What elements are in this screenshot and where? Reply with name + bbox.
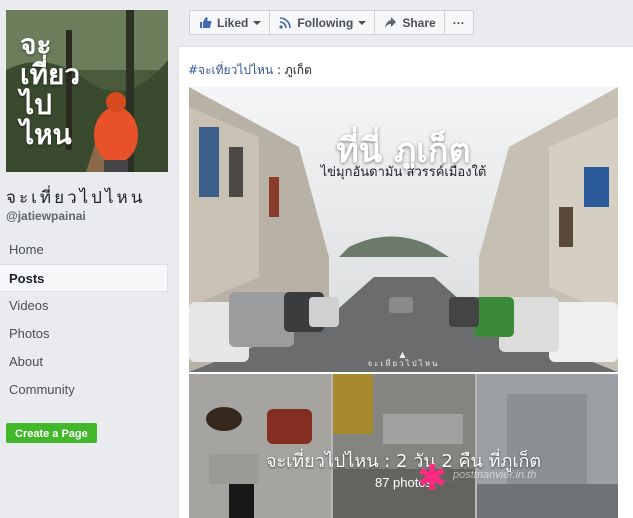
cover-text-line: ไหน (20, 118, 72, 151)
page-profile-picture[interactable]: จะ เที่ยว ไป ไหน (6, 10, 168, 172)
album-watermark: postmanvier.in.th (453, 469, 537, 481)
cover-text-line: ไป (20, 88, 52, 121)
nav-item-community[interactable]: Community (0, 376, 168, 404)
cover-text: จะ เที่ยว ไป ไหน (20, 30, 80, 150)
following-button[interactable]: Following (269, 10, 376, 35)
post-location-text: : ภูเก็ต (273, 63, 312, 77)
liked-button[interactable]: Liked (189, 10, 271, 35)
album-photo-count: 87 photos (374, 475, 433, 490)
more-options-button[interactable]: ··· (443, 10, 474, 35)
share-label: Share (402, 15, 436, 30)
thumbs-up-icon (198, 16, 212, 30)
liked-label: Liked (217, 15, 249, 30)
create-page-button[interactable]: Create a Page (6, 423, 97, 443)
share-arrow-icon (383, 16, 397, 30)
rss-icon (278, 16, 292, 30)
chevron-down-icon (358, 20, 367, 25)
album-title[interactable]: จะเที่ยวไปไหน : 2 วัน 2 คืน ที่ภูเก็ต (189, 446, 618, 475)
following-label: Following (297, 15, 354, 30)
album-thumbnails[interactable]: จะเที่ยวไปไหน : 2 วัน 2 คืน ที่ภูเก็ต 87… (189, 374, 618, 518)
cover-text-line: เที่ยว (20, 58, 81, 91)
photo-subtitle-text: ไข่มุกอันดามัน สวรรค์เมืองใต้ (320, 165, 487, 180)
page-handle[interactable]: @jatiewpainai (6, 209, 86, 223)
page-nav: Home Posts Videos Photos About Community (0, 236, 168, 404)
chevron-down-icon (253, 20, 262, 25)
asterisk-icon: ✱ (417, 457, 448, 498)
nav-item-photos[interactable]: Photos (0, 320, 168, 348)
more-dots-icon: ··· (452, 15, 465, 30)
nav-item-posts[interactable]: Posts (0, 264, 168, 292)
nav-item-videos[interactable]: Videos (0, 292, 168, 320)
cover-text-line: จะ (20, 28, 52, 61)
share-button[interactable]: Share (374, 10, 445, 35)
left-sidebar: จะ เที่ยว ไป ไหน จะเที่ยวไปไหน @jatiewpa… (0, 0, 178, 518)
page-action-bar: Liked Following Share ··· (189, 10, 474, 35)
post-text: #จะเที่ยวไปไหน : ภูเก็ต (188, 61, 312, 80)
main-photo[interactable]: ที่นี่ ภูเก็ต ไข่มุกอันดามัน สวรรค์เมือง… (189, 87, 618, 372)
post-card: #จะเที่ยวไปไหน : ภูเก็ต ที่นี่ ภูเก็ต ไข… (178, 46, 633, 518)
photo-watermark: ▲ จะเที่ยวไปไหน (367, 350, 440, 368)
hashtag-link[interactable]: #จะเที่ยวไปไหน (188, 63, 273, 77)
page-name[interactable]: จะเที่ยวไปไหน (6, 184, 145, 211)
nav-item-home[interactable]: Home (0, 236, 168, 264)
nav-item-about[interactable]: About (0, 348, 168, 376)
